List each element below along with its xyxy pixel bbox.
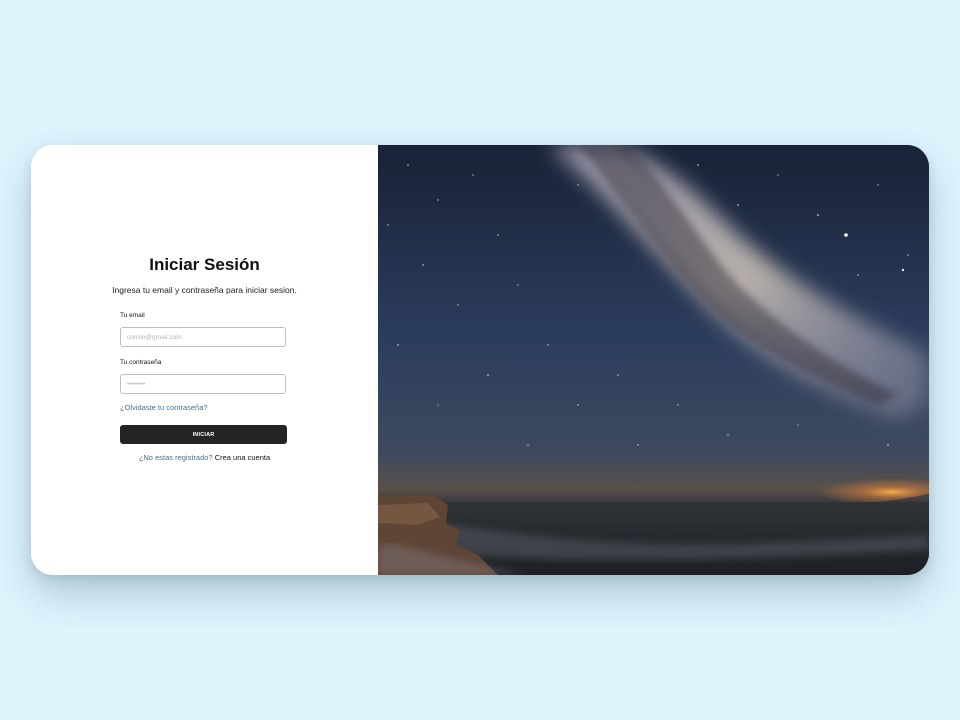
login-form: Iniciar Sesión Ingresa tu email y contra… — [31, 255, 378, 462]
register-question: ¿No estas registrado? — [138, 453, 213, 462]
login-card: Iniciar Sesión Ingresa tu email y contra… — [31, 145, 929, 575]
email-label: Tu email — [120, 312, 145, 319]
register-prompt: ¿No estas registrado? Crea una cuenta — [31, 453, 378, 462]
login-panel: Iniciar Sesión Ingresa tu email y contra… — [31, 145, 378, 575]
page-subtitle: Ingresa tu email y contraseña para inici… — [112, 285, 297, 295]
login-submit-button[interactable]: INICIAR — [120, 425, 287, 444]
page-title: Iniciar Sesión — [149, 255, 260, 274]
password-field[interactable] — [120, 374, 286, 394]
password-label: Tu contraseña — [120, 359, 162, 366]
email-field[interactable] — [120, 327, 286, 347]
forgot-password-link[interactable]: ¿Olvidaste tu contraseña? — [120, 403, 208, 412]
create-account-link[interactable]: Crea una cuenta — [215, 453, 270, 462]
night-sky-milky-way-seascape-image — [378, 145, 929, 575]
hero-image — [378, 145, 929, 575]
